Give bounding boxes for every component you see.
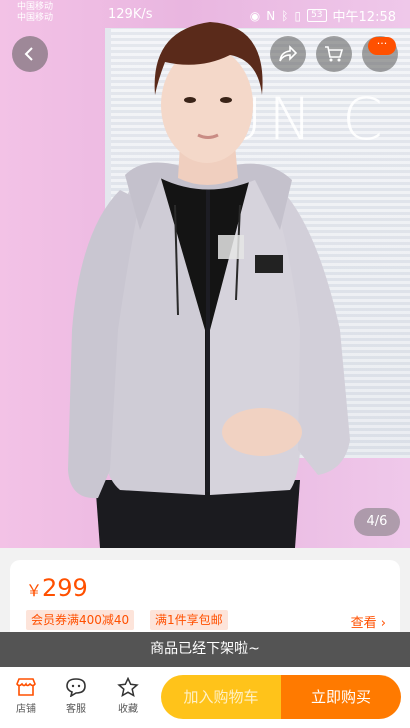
add-to-cart-button[interactable]: 加入购物车	[161, 675, 281, 719]
cart-icon	[325, 46, 344, 62]
star-icon	[117, 677, 139, 697]
chevron-right-icon: ›	[380, 616, 386, 631]
carrier-2: 中国移动	[17, 13, 54, 23]
gallery-page-indicator: 4/6	[354, 508, 400, 536]
nfc-icon: N	[266, 8, 276, 23]
clock: 中午12:58	[332, 10, 396, 25]
offline-notice: 商品已经下架啦~	[0, 632, 410, 667]
coupon-tag[interactable]: 会员券满400减40	[26, 610, 135, 630]
back-button[interactable]	[12, 36, 48, 72]
shop-label: 店铺	[16, 704, 36, 715]
battery-icon: 53	[307, 9, 327, 22]
currency-symbol: ￥	[26, 581, 43, 600]
product-image[interactable]: UN C	[0, 0, 410, 548]
price-value: 299	[42, 574, 88, 602]
view-more-link[interactable]: 查看 ›	[351, 612, 386, 631]
status-icons: ◉ N ᛒ ▯ 53 中午12:58	[249, 6, 396, 26]
share-icon	[279, 45, 298, 62]
model-photo	[68, 22, 350, 548]
shop-nav-button[interactable]: 店铺	[6, 677, 46, 715]
view-more-label: 查看	[350, 616, 377, 631]
chevron-left-icon	[24, 47, 33, 61]
favorite-nav-button[interactable]: 收藏	[108, 677, 148, 715]
vibrate-icon: ▯	[294, 8, 302, 23]
cart-button-top[interactable]	[316, 36, 352, 72]
eye-icon: ◉	[249, 8, 261, 23]
status-bar: 中国移动 中国移动 129K/s ◉ N ᛒ ▯ 53 中午12:58	[0, 0, 410, 28]
bluetooth-icon: ᛒ	[281, 8, 289, 23]
network-speed: 129K/s	[108, 7, 153, 22]
service-nav-button[interactable]: 客服	[56, 677, 96, 715]
favorite-label: 收藏	[118, 704, 138, 715]
shop-icon	[16, 678, 36, 696]
bottom-action-bar: 店铺 客服 收藏 加入购物车 立即购买	[0, 667, 410, 728]
share-button[interactable]	[270, 36, 306, 72]
buy-now-button[interactable]: 立即购买	[281, 675, 401, 719]
shipping-tag[interactable]: 满1件享包邮	[150, 610, 228, 630]
service-label: 客服	[66, 704, 86, 715]
carrier-info: 中国移动 中国移动	[17, 2, 53, 24]
carrier-1: 中国移动	[17, 2, 54, 12]
price: ￥299	[26, 574, 88, 602]
price-card: ￥299 会员券满400减40 满1件享包邮 查看 ›	[10, 560, 400, 640]
more-badge[interactable]: ···	[368, 37, 396, 55]
chat-icon	[66, 678, 86, 697]
